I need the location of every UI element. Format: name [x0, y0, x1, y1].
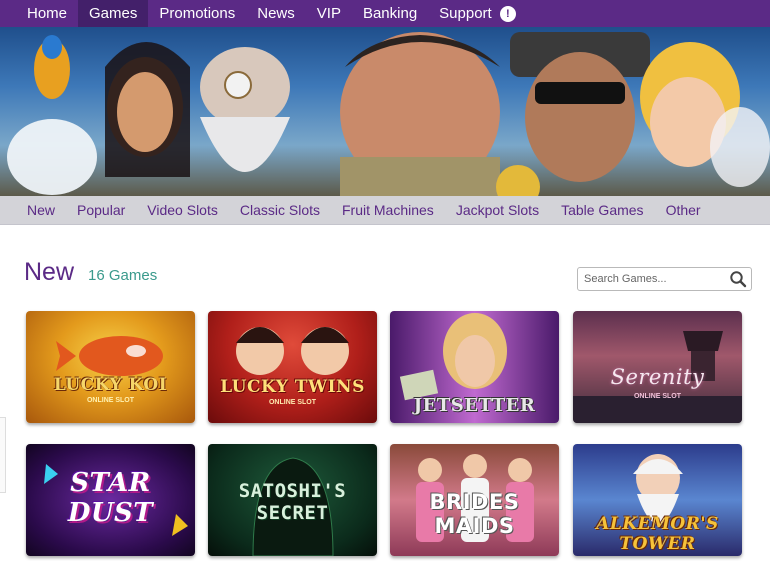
nav-support[interactable]: Support !: [428, 0, 527, 27]
game-subtitle: ONLINE SLOT: [633, 393, 682, 400]
game-tile-serenity[interactable]: Serenity ONLINE SLOT: [573, 311, 742, 423]
games-count: 16 Games: [88, 267, 158, 284]
game-tile-jetsetter[interactable]: JETSETTER: [390, 311, 559, 423]
game-title: BRIDES MAIDS: [429, 490, 520, 538]
category-table-games[interactable]: Table Games: [550, 202, 654, 218]
side-tab[interactable]: [0, 417, 6, 493]
game-title: LUCKY TWINS: [220, 377, 365, 397]
category-fruit-machines[interactable]: Fruit Machines: [331, 202, 445, 218]
nav-vip[interactable]: VIP: [306, 0, 352, 27]
game-title: JETSETTER: [413, 395, 536, 416]
search-input[interactable]: [584, 271, 724, 287]
twins-artwork: [236, 327, 349, 375]
category-video-slots[interactable]: Video Slots: [136, 202, 229, 218]
game-title: LUCKY KOI: [53, 375, 168, 395]
search-icon[interactable]: [729, 270, 747, 288]
game-title: ALKEMOR'S TOWER: [596, 514, 719, 554]
category-classic-slots[interactable]: Classic Slots: [229, 202, 331, 218]
game-tile-lucky-twins[interactable]: LUCKY TWINS ONLINE SLOT: [208, 311, 377, 423]
game-tile-star-dust[interactable]: STAR DUST: [26, 444, 195, 556]
game-tile-lucky-koi[interactable]: LUCKY KOI ONLINE SLOT: [26, 311, 195, 423]
nav-news[interactable]: News: [246, 0, 306, 27]
game-subtitle: ONLINE SLOT: [86, 397, 135, 404]
game-tile-satoshis-secret[interactable]: SATOSHI'S SECRET: [208, 444, 377, 556]
game-tile-alkemors-tower[interactable]: ALKEMOR'S TOWER: [573, 444, 742, 556]
nav-support-label: Support: [439, 5, 492, 22]
hero-banner[interactable]: [0, 27, 770, 196]
game-tile-brides-maids[interactable]: BRIDES MAIDS: [390, 444, 559, 556]
nav-promotions[interactable]: Promotions: [148, 0, 246, 27]
koi-fish-artwork: [56, 336, 163, 376]
search-box[interactable]: [577, 267, 752, 291]
section-title: New: [24, 258, 75, 286]
alert-icon: !: [499, 6, 516, 22]
nav-games[interactable]: Games: [78, 0, 149, 27]
category-navigation: New Popular Video Slots Classic Slots Fr…: [0, 196, 770, 225]
game-subtitle: ONLINE SLOT: [268, 399, 317, 406]
nav-banking[interactable]: Banking: [352, 0, 428, 27]
category-popular[interactable]: Popular: [66, 202, 136, 218]
game-title: Serenity: [610, 365, 705, 389]
nav-home[interactable]: Home: [0, 0, 78, 27]
category-new[interactable]: New: [0, 202, 66, 218]
hero-illustration: [7, 32, 770, 196]
top-navigation: Home Games Promotions News VIP Banking S…: [0, 0, 770, 27]
category-jackpot-slots[interactable]: Jackpot Slots: [445, 202, 550, 218]
category-other[interactable]: Other: [655, 202, 712, 218]
game-title: SATOSHI'S SECRET: [238, 480, 347, 524]
game-title: STAR DUST: [67, 468, 154, 528]
